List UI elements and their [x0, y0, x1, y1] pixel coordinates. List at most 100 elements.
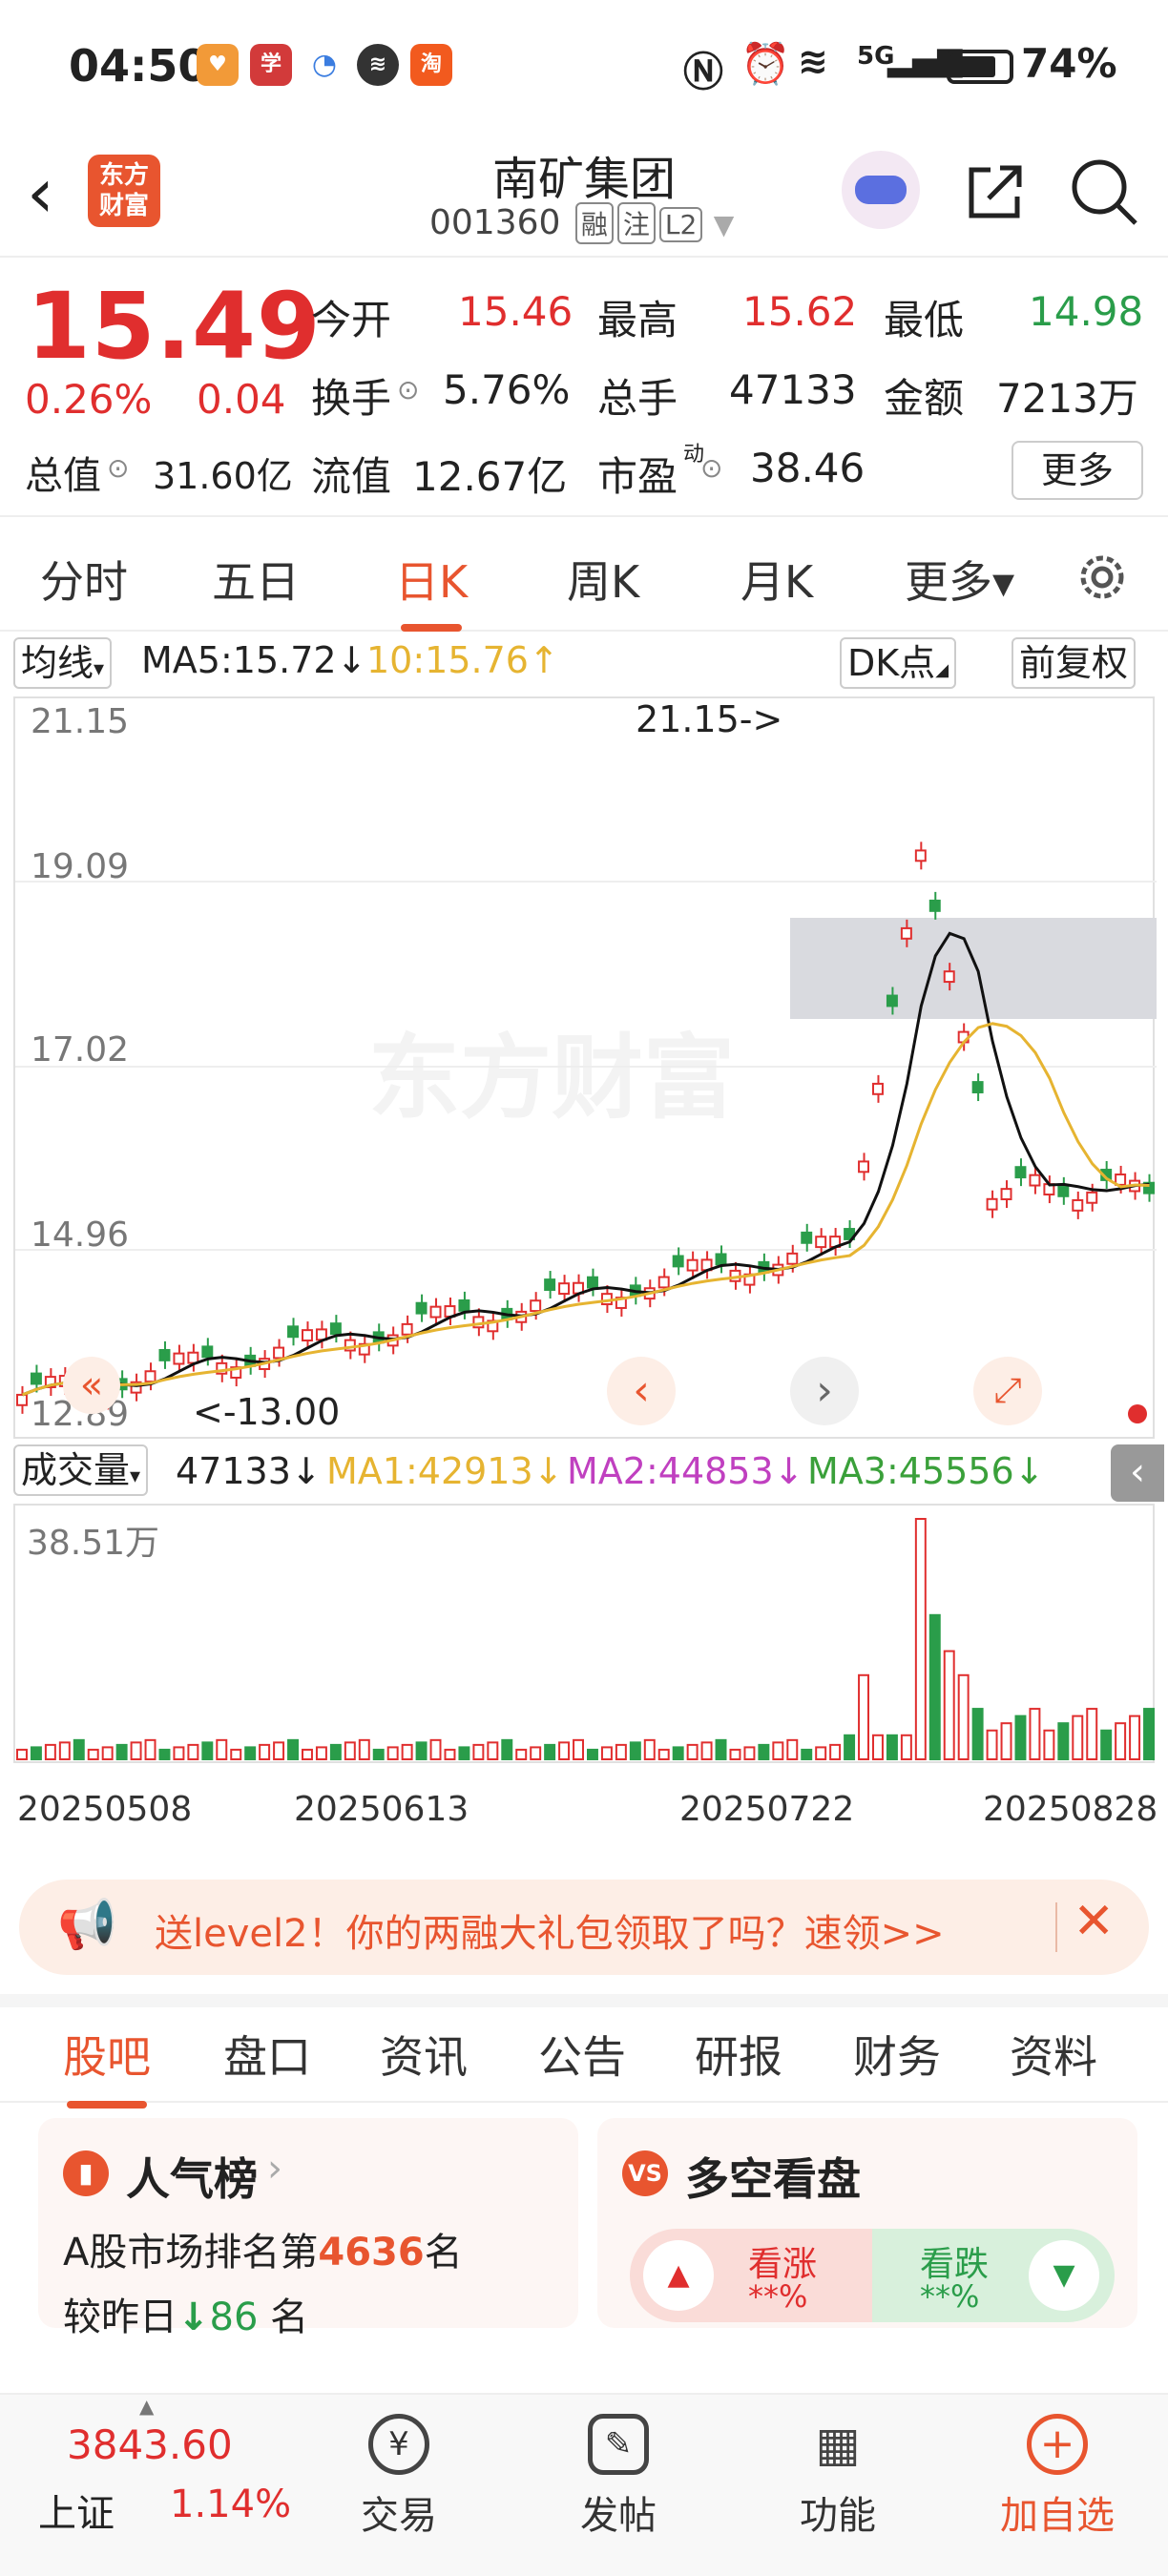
active-tab-indicator [67, 2101, 147, 2109]
vol-ma1: MA1:42913↓ [326, 1450, 564, 1492]
vs-icon: VS [622, 2150, 668, 2196]
rank-change-line: 较昨日↓86 名 [63, 2296, 309, 2339]
tab-daily-k[interactable]: 日K [395, 548, 468, 632]
y-tick-label: 19.09 [31, 847, 130, 886]
y-tick-label: 17.02 [31, 1030, 130, 1070]
bearish-button[interactable]: 看跌 **% ▼ [872, 2229, 1115, 2322]
volume-bar [472, 1743, 485, 1761]
search-icon[interactable] [1069, 156, 1141, 229]
volume-chart[interactable]: 38.51万 [13, 1504, 1156, 1763]
app-notification-icon: ◔ [303, 44, 345, 86]
pe-value: 38.46 [750, 445, 866, 491]
close-icon[interactable]: ✕ [1073, 1893, 1115, 1950]
info-icon[interactable]: ⊙ [397, 374, 419, 405]
volume-selector[interactable]: 成交量▾ [13, 1444, 149, 1496]
volume-bar [144, 1738, 156, 1760]
kline-svg [15, 841, 1157, 1414]
index-ticker[interactable]: ▲ 3843.60 上证 1.14% [38, 2395, 305, 2576]
share-icon[interactable] [962, 158, 1029, 225]
tab-intraday[interactable]: 分时 [40, 548, 128, 611]
volume-bar [101, 1746, 114, 1760]
candle-body [187, 1351, 199, 1364]
status-bar: 04:50 ♥ 学 ◔ ≋ 淘 Ⓝ ⏰ ≋ 5G ▂▄▆ 74% [0, 0, 1168, 134]
registration-tag: 注 [616, 202, 656, 244]
functions-button[interactable]: ▦ 功能 [771, 2404, 905, 2540]
quote-panel: 15.49 0.26% 0.04 今开 15.46 最高 15.62 最低 14… [0, 260, 1168, 517]
chevron-right-icon: › [267, 2147, 282, 2191]
content-tabs: 股吧 盘口 资讯 公告 研报 财务 资料 [0, 2007, 1168, 2109]
kline-chart[interactable]: 东方财富 21.15 19.09 17.02 14.96 12.89 21.15… [13, 696, 1157, 1439]
ma10-value: 10:15.76↑ [366, 639, 559, 681]
volume-bar [1100, 1729, 1113, 1760]
volume-label: 总手 [597, 375, 678, 422]
tab-profile[interactable]: 资料 [1010, 2023, 1097, 2086]
dk-point-button[interactable]: DK点◢ [840, 637, 957, 689]
open-value: 15.46 [458, 288, 574, 335]
chart-nav-prev[interactable]: ‹ [607, 1357, 676, 1425]
tab-announcements[interactable]: 公告 [538, 2023, 626, 2086]
volume-bar [729, 1748, 741, 1760]
popularity-card[interactable]: ▮ 人气榜 › A股市场排名第4636名 较昨日↓86 名 [38, 2118, 578, 2339]
tab-more[interactable]: 更多▾ [905, 548, 1014, 611]
candle-body [914, 849, 927, 862]
candle-body [587, 1276, 598, 1289]
chart-nav-first[interactable]: « [63, 1357, 120, 1414]
tab-financials[interactable]: 财务 [853, 2023, 941, 2086]
volume-bar [115, 1743, 128, 1761]
tab-news[interactable]: 资讯 [380, 2023, 468, 2086]
stock-code-row[interactable]: 001360 融注 L2 ▼ [429, 202, 734, 244]
adjust-button[interactable]: 前复权 [1012, 637, 1137, 689]
popularity-title: 人气榜 [126, 2153, 258, 2205]
bullish-button[interactable]: ▲ 看涨 **% [630, 2229, 872, 2322]
candle-body [273, 1346, 285, 1360]
volume-bar [344, 1741, 356, 1760]
tab-monthly-k[interactable]: 月K [740, 548, 813, 611]
volume-bar [372, 1748, 385, 1760]
low-label: 最低 [884, 297, 965, 343]
add-watchlist-button[interactable]: + 加自选 [991, 2404, 1124, 2540]
max-price-annotation: 21.15-> [636, 698, 783, 740]
volume-bar [1072, 1714, 1084, 1760]
candle-body [801, 1231, 813, 1244]
gear-icon[interactable] [1073, 548, 1132, 607]
candle-body [415, 1301, 428, 1315]
mktcap-label: 总值 [25, 454, 101, 498]
candle-body [329, 1322, 342, 1336]
candle-body [971, 1081, 984, 1093]
candle-body [900, 926, 912, 940]
long-short-card[interactable]: VS 多空看盘 ▲ 看涨 **% 看跌 **% ▼ [597, 2118, 1137, 2328]
candle-body [686, 1258, 699, 1272]
stock-header: ‹ 东方 财富 南矿集团 001360 融注 L2 ▼ [0, 134, 1168, 258]
candle-body [858, 1160, 869, 1174]
volume-bar [1129, 1714, 1141, 1760]
chart-nav-next[interactable]: › [790, 1357, 859, 1425]
tab-research[interactable]: 研报 [695, 2023, 782, 2086]
candle-body [672, 1255, 684, 1268]
info-icon[interactable]: ⊙ [107, 452, 129, 484]
tab-orderbook[interactable]: 盘口 [223, 2023, 311, 2086]
volume-bar [615, 1743, 627, 1761]
tab-forum[interactable]: 股吧 [63, 2023, 151, 2109]
candle-body [1057, 1184, 1070, 1197]
tab-five-day[interactable]: 五日 [212, 548, 300, 611]
volume-bar [858, 1673, 869, 1760]
collapse-panel-button[interactable]: ‹ [1111, 1444, 1164, 1502]
volume-bar [16, 1748, 28, 1760]
volume-bar [58, 1741, 71, 1760]
volume-bar [429, 1738, 442, 1760]
volume-bar [772, 1741, 784, 1760]
info-icon[interactable]: ⊙ [700, 452, 722, 484]
fullscreen-icon[interactable]: ⤢ [973, 1357, 1042, 1425]
volume-bar [715, 1738, 727, 1760]
post-button[interactable]: ✎ 发帖 [552, 2404, 685, 2540]
trade-button[interactable]: ¥ 交易 [332, 2404, 466, 2540]
volume-bar [44, 1743, 56, 1761]
volume-bar [386, 1746, 399, 1760]
more-button[interactable]: 更多 [1012, 441, 1143, 500]
promo-banner[interactable]: 📢 送level2！你的两融大礼包领取了吗？速领>> ✕ [19, 1880, 1149, 1975]
ma-selector[interactable]: 均线▾ [13, 637, 113, 689]
volume-bar [1086, 1708, 1098, 1760]
volume-bar [844, 1734, 856, 1761]
assistant-robot-icon[interactable] [842, 151, 920, 229]
tab-weekly-k[interactable]: 周K [567, 548, 639, 611]
